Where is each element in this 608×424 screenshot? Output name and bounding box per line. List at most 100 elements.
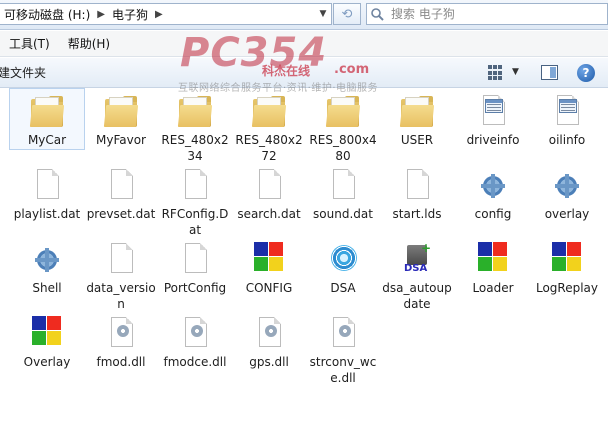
file-item[interactable]: USER (380, 89, 454, 148)
file-name: playlist.dat (13, 207, 81, 221)
file-item[interactable]: CONFIG (232, 237, 306, 296)
search-icon (371, 8, 384, 21)
refresh-button[interactable]: ⟲ (333, 3, 361, 25)
search-input[interactable] (391, 5, 601, 23)
file-name: data_version (86, 281, 156, 311)
file-name: gps.dll (249, 355, 289, 369)
file-item[interactable]: search.dat (232, 163, 306, 222)
file-item[interactable]: Overlay (10, 311, 84, 370)
file-name: strconv_wce.dll (309, 355, 377, 385)
file-item[interactable]: PortConfig (158, 237, 232, 296)
file-name: dsa_autoupdate (382, 281, 452, 311)
chevron-down-icon[interactable]: ▼ (512, 67, 519, 77)
file-name: search.dat (237, 207, 301, 221)
folder-icon (103, 93, 139, 129)
command-bar: 建文件夹 ▼ ? (0, 58, 608, 88)
file-item[interactable]: strconv_wce.dll (306, 311, 380, 386)
chevron-right-icon[interactable]: ▶ (97, 9, 105, 20)
file-item[interactable]: Loader (456, 237, 530, 296)
file-name: CONFIG (245, 281, 293, 295)
file-item[interactable]: RES_480x234 (158, 89, 232, 164)
menu-help[interactable]: 帮助(H) (59, 31, 119, 56)
file-name: RES_480x234 (161, 133, 229, 163)
file-item[interactable]: gps.dll (232, 311, 306, 370)
dll-file-icon (177, 315, 213, 351)
application-icon (29, 315, 65, 351)
file-item[interactable]: RES_800x480 (306, 89, 380, 164)
file-item[interactable]: overlay (530, 163, 604, 222)
file-name: prevset.dat (86, 207, 156, 221)
gear-icon (475, 167, 511, 203)
gear-icon (549, 167, 585, 203)
file-name: Overlay (23, 355, 71, 369)
file-item[interactable]: RES_480x272 (232, 89, 306, 164)
folder-icon (325, 93, 361, 129)
file-icon (103, 241, 139, 277)
file-name: MyFavor (96, 133, 146, 147)
dsa-app-icon (325, 241, 361, 277)
file-icon (251, 167, 287, 203)
menu-tools[interactable]: 工具(T) (0, 31, 59, 56)
file-icon (325, 167, 361, 203)
new-folder-button[interactable]: 建文件夹 (0, 64, 46, 81)
chevron-right-icon[interactable]: ▶ (155, 9, 163, 20)
settings-file-icon (475, 93, 511, 129)
file-item[interactable]: fmodce.dll (158, 311, 232, 370)
folder-icon (251, 93, 287, 129)
refresh-icon: ⟲ (341, 6, 353, 22)
settings-file-icon (549, 93, 585, 129)
file-name: fmodce.dll (163, 355, 227, 369)
breadcrumb[interactable]: 可移动磁盘 (H:) ▶ 电子狗 ▶ (0, 3, 332, 25)
file-name: Loader (472, 281, 514, 295)
file-item[interactable]: RFConfig.Dat (158, 163, 232, 238)
file-name: fmod.dll (96, 355, 146, 369)
dll-file-icon (103, 315, 139, 351)
application-icon (475, 241, 511, 277)
file-item[interactable]: LogReplay (530, 237, 604, 296)
file-name: MyCar (27, 133, 67, 147)
gear-icon (29, 241, 65, 277)
file-item[interactable]: + DSA dsa_autoupdate (380, 237, 454, 312)
help-button[interactable]: ? (577, 64, 595, 82)
file-name: PortConfig (163, 281, 227, 295)
file-name: LogReplay (535, 281, 599, 295)
file-name: USER (400, 133, 434, 147)
file-item[interactable]: playlist.dat (10, 163, 84, 222)
file-icon (177, 167, 213, 203)
file-name: DSA (330, 281, 356, 295)
application-icon (549, 241, 585, 277)
file-item[interactable]: sound.dat (306, 163, 380, 222)
file-item[interactable]: oilinfo (530, 89, 604, 148)
installer-icon: + DSA (404, 241, 432, 274)
chevron-down-icon[interactable]: ▼ (316, 4, 330, 24)
folder-icon (399, 93, 435, 129)
file-item[interactable]: prevset.dat (84, 163, 158, 222)
file-item[interactable]: config (456, 163, 530, 222)
breadcrumb-drive[interactable]: 可移动磁盘 (H:) (4, 6, 90, 23)
file-name: overlay (544, 207, 590, 221)
search-box[interactable] (366, 3, 608, 25)
file-item[interactable]: MyFavor (84, 89, 158, 148)
file-name: RFConfig.Dat (161, 207, 229, 237)
view-options-icon[interactable] (488, 65, 504, 81)
file-name: oilinfo (548, 133, 586, 147)
folder-icon (177, 93, 213, 129)
file-name: start.lds (392, 207, 442, 221)
address-bar: 可移动磁盘 (H:) ▶ 电子狗 ▶ ▼ ⟲ (0, 0, 608, 30)
file-list[interactable]: MyCar MyFavor RES_480x234 RES_480x272 RES_80… (0, 88, 608, 424)
file-item[interactable]: DSA (306, 237, 380, 296)
file-icon (399, 167, 435, 203)
file-item[interactable]: fmod.dll (84, 311, 158, 370)
file-item[interactable]: MyCar (9, 88, 85, 150)
file-item[interactable]: Shell (10, 237, 84, 296)
file-item[interactable]: data_version (84, 237, 158, 312)
folder-icon (29, 93, 65, 129)
file-name: Shell (32, 281, 62, 295)
file-name: driveinfo (466, 133, 520, 147)
file-name: RES_480x272 (235, 133, 303, 163)
file-item[interactable]: driveinfo (456, 89, 530, 148)
breadcrumb-folder[interactable]: 电子狗 (112, 6, 148, 23)
file-name: config (474, 207, 512, 221)
preview-pane-icon[interactable] (541, 65, 558, 80)
file-item[interactable]: start.lds (380, 163, 454, 222)
